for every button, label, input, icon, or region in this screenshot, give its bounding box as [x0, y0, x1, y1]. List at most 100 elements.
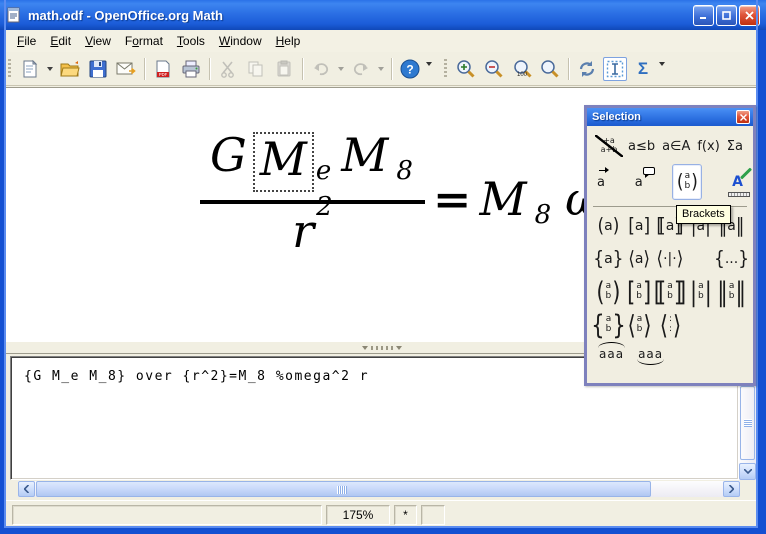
menu-item-edit[interactable]: Edit [43, 32, 78, 50]
category-functions[interactable]: f(x) [697, 139, 719, 154]
bracket-option[interactable]: ⟨·|·⟩ [655, 249, 686, 269]
bracket-option[interactable]: [[ab]] [655, 280, 686, 304]
category-brackets-selected[interactable]: ( ab ) [672, 164, 702, 200]
category-unary-binary-operators[interactable]: +aa+b [597, 137, 621, 155]
splitter-handle[interactable] [362, 346, 402, 350]
bracket-option[interactable]: [ab] [624, 280, 655, 304]
status-main-panel [12, 505, 322, 525]
bracket-option[interactable]: {...} [716, 249, 747, 269]
zoom-100-icon: 100 [511, 59, 533, 79]
horizontal-scrollbar-thumb[interactable] [36, 481, 651, 497]
formula-rhs-sub-8: 8 [535, 202, 552, 228]
toolbar-overflow-caret[interactable] [426, 62, 432, 66]
bracket-grid: (a)[a][[a]]|a|‖a‖{a}⟨a⟩⟨·|·⟩{...}(ab)[ab… [591, 209, 749, 367]
status-zoom-panel[interactable]: 175% [326, 505, 390, 525]
vertical-scrollbar-thumb[interactable] [740, 386, 755, 460]
menu-item-view[interactable]: View [78, 32, 118, 50]
menu-item-format[interactable]: Format [118, 32, 170, 50]
category-others[interactable]: a [635, 175, 643, 190]
minimize-button[interactable] [693, 5, 714, 26]
formula-cursor-button[interactable] [603, 57, 627, 81]
toolbar-separator [302, 58, 303, 80]
bracket-row: {ab}⟨ab⟩⟨::⟩ [591, 308, 749, 341]
toolbar-separator [144, 58, 145, 80]
category-attributes[interactable]: a [597, 175, 605, 190]
zoom-100-button[interactable]: 100 [510, 57, 534, 81]
new-dropdown-caret[interactable] [47, 67, 53, 71]
formula-r: r [292, 208, 314, 254]
menu-item-file[interactable]: File [10, 32, 43, 50]
zoom-in-icon [456, 59, 476, 79]
bracket-option[interactable]: aaa [599, 347, 624, 361]
palette-close-button[interactable] [736, 110, 750, 124]
bracket-row: aaaaaa [591, 341, 749, 367]
bracket-option[interactable]: ⟨::⟩ [655, 313, 686, 337]
tooltip: Brackets [676, 205, 731, 224]
scroll-down-button[interactable] [739, 463, 756, 480]
bracket-option[interactable]: |ab| [686, 280, 717, 304]
toolbar-grip[interactable] [8, 59, 11, 79]
category-formats[interactable]: A [732, 174, 743, 190]
svg-text:?: ? [406, 62, 413, 76]
menu-bar: FileEditViewFormatToolsWindowHelp [4, 30, 758, 52]
formula-fraction: G M e M 8 r 2 [200, 132, 425, 254]
svg-text:PDF: PDF [159, 72, 168, 77]
bracket-option[interactable]: ‖ab‖ [716, 280, 747, 304]
redo-button [349, 57, 373, 81]
undo-button [309, 57, 333, 81]
bracket-option[interactable]: (a) [593, 216, 624, 236]
toolbar-overflow-caret[interactable] [659, 62, 665, 66]
print-button[interactable] [179, 57, 203, 81]
bracket-option[interactable]: {a} [593, 249, 624, 269]
title-bar[interactable]: math.odf - OpenOffice.org Math [0, 0, 766, 30]
scroll-right-button[interactable] [723, 481, 740, 497]
category-relations[interactable]: a≤b [628, 139, 655, 154]
redo-icon [352, 61, 370, 77]
help-button[interactable]: ? [398, 57, 422, 81]
ruler-icon [728, 192, 750, 197]
bracket-option[interactable]: (ab) [593, 280, 624, 304]
save-button[interactable] [86, 57, 110, 81]
zoom-all-button[interactable] [538, 57, 562, 81]
category-set-operations[interactable]: a∈A [662, 139, 690, 154]
paste-button [272, 57, 296, 81]
category-operators[interactable]: Σa [727, 139, 743, 154]
bracket-option[interactable]: [a] [624, 216, 655, 236]
close-button[interactable] [739, 5, 760, 26]
toolbar-separator [568, 58, 569, 80]
app-icon [6, 7, 22, 23]
scroll-left-button[interactable] [18, 481, 35, 497]
speech-bubble-icon [643, 167, 655, 175]
zoom-all-icon [540, 59, 560, 79]
menu-item-window[interactable]: Window [212, 32, 269, 50]
open-button[interactable] [58, 57, 82, 81]
toolbar-separator [391, 58, 392, 80]
bracket-option[interactable]: aaa [638, 347, 663, 361]
toolbar: PDF [4, 52, 758, 86]
save-floppy-icon [89, 60, 107, 78]
copy-icon [247, 60, 265, 78]
export-pdf-button[interactable]: PDF [151, 57, 175, 81]
chevron-down-icon [744, 469, 752, 474]
formula-equals: = [433, 178, 472, 219]
menu-item-help[interactable]: Help [269, 32, 308, 50]
menu-item-tools[interactable]: Tools [170, 32, 212, 50]
status-modified-panel: * [394, 505, 417, 525]
new-document-button[interactable] [18, 57, 42, 81]
zoom-out-button[interactable] [482, 57, 506, 81]
update-button[interactable] [575, 57, 599, 81]
email-envelope-icon [116, 61, 136, 77]
bracket-option[interactable]: ⟨ab⟩ [624, 313, 655, 337]
bracket-option[interactable]: ⟨a⟩ [624, 249, 655, 269]
formula-elements-button[interactable]: Σ [631, 57, 655, 81]
toolbar-grip[interactable] [444, 59, 447, 79]
maximize-button[interactable] [716, 5, 737, 26]
help-icon: ? [400, 59, 420, 79]
undo-icon [312, 61, 330, 77]
bracket-row: (ab)[ab][[ab]]|ab|‖ab‖ [591, 275, 749, 308]
email-button[interactable] [114, 57, 138, 81]
zoom-in-button[interactable] [454, 57, 478, 81]
palette-title-bar[interactable]: Selection [587, 108, 753, 126]
horizontal-scrollbar[interactable] [18, 481, 740, 497]
bracket-option[interactable]: {ab} [593, 313, 624, 337]
